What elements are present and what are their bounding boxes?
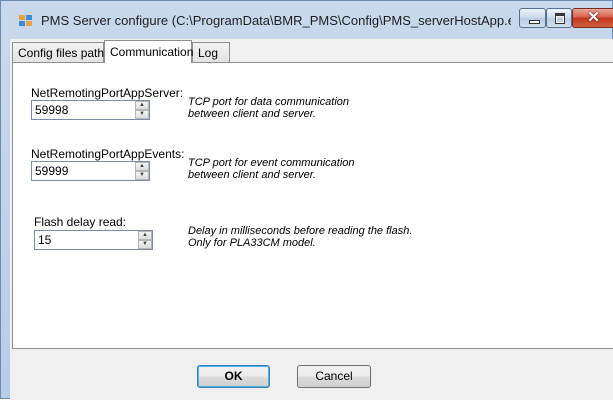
stepper-value: 59999 bbox=[35, 164, 69, 178]
stepper-value: 15 bbox=[38, 233, 52, 247]
title-bar[interactable]: PMS Server configure (C:\ProgramData\BMR… bbox=[1, 1, 613, 39]
app-icon bbox=[19, 15, 33, 27]
stepper-down-icon[interactable]: ▼ bbox=[138, 240, 152, 249]
net-remoting-port-app-events-stepper[interactable]: 59999 ▲ ▼ bbox=[31, 161, 150, 181]
cancel-button[interactable]: Cancel bbox=[297, 365, 371, 388]
stepper-down-icon[interactable]: ▼ bbox=[135, 110, 149, 119]
tab-log[interactable]: Log bbox=[192, 42, 230, 62]
maximize-button[interactable] bbox=[546, 8, 572, 28]
net-remoting-port-app-events-description: TCP port for event communication between… bbox=[188, 157, 355, 181]
stepper-up-icon[interactable]: ▲ bbox=[138, 231, 152, 240]
net-remoting-port-app-server-label: NetRemotingPortAppServer: bbox=[31, 86, 184, 100]
stepper-up-icon[interactable]: ▲ bbox=[135, 162, 149, 171]
description-line: TCP port for event communication bbox=[188, 157, 355, 169]
client-area: Config files path Communication Log NetR… bbox=[10, 39, 613, 400]
description-line: Delay in milliseconds before reading the… bbox=[188, 225, 413, 237]
net-remoting-port-app-server-description: TCP port for data communication between … bbox=[188, 96, 349, 120]
ok-button[interactable]: OK bbox=[197, 365, 270, 388]
description-line: between client and server. bbox=[188, 108, 316, 120]
stepper-up-icon[interactable]: ▲ bbox=[135, 101, 149, 110]
flash-delay-read-label: Flash delay read: bbox=[34, 215, 127, 229]
net-remoting-port-app-events-label: NetRemotingPortAppEvents: bbox=[31, 147, 185, 161]
tab-communication[interactable]: Communication bbox=[104, 40, 193, 63]
net-remoting-port-app-server-stepper[interactable]: 59998 ▲ ▼ bbox=[31, 100, 150, 120]
tab-config-files-path[interactable]: Config files path bbox=[12, 42, 104, 62]
description-line: TCP port for data communication bbox=[188, 96, 349, 108]
minimize-icon bbox=[529, 20, 540, 24]
close-icon: ✕ bbox=[587, 9, 600, 26]
tab-page-communication: NetRemotingPortAppServer: 59998 ▲ ▼ TCP … bbox=[12, 62, 613, 349]
window-title: PMS Server configure (C:\ProgramData\BMR… bbox=[41, 13, 511, 28]
description-line: between client and server. bbox=[188, 169, 316, 181]
flash-delay-read-stepper[interactable]: 15 ▲ ▼ bbox=[34, 230, 153, 250]
maximize-icon bbox=[555, 13, 565, 24]
description-line: Only for PLA33CM model. bbox=[188, 237, 316, 249]
minimize-button[interactable] bbox=[519, 8, 546, 28]
flash-delay-read-description: Delay in milliseconds before reading the… bbox=[188, 225, 412, 249]
app-window: PMS Server configure (C:\ProgramData\BMR… bbox=[0, 0, 613, 400]
stepper-down-icon[interactable]: ▼ bbox=[135, 171, 149, 180]
close-button[interactable]: ✕ bbox=[572, 8, 613, 28]
stepper-value: 59998 bbox=[35, 103, 69, 117]
